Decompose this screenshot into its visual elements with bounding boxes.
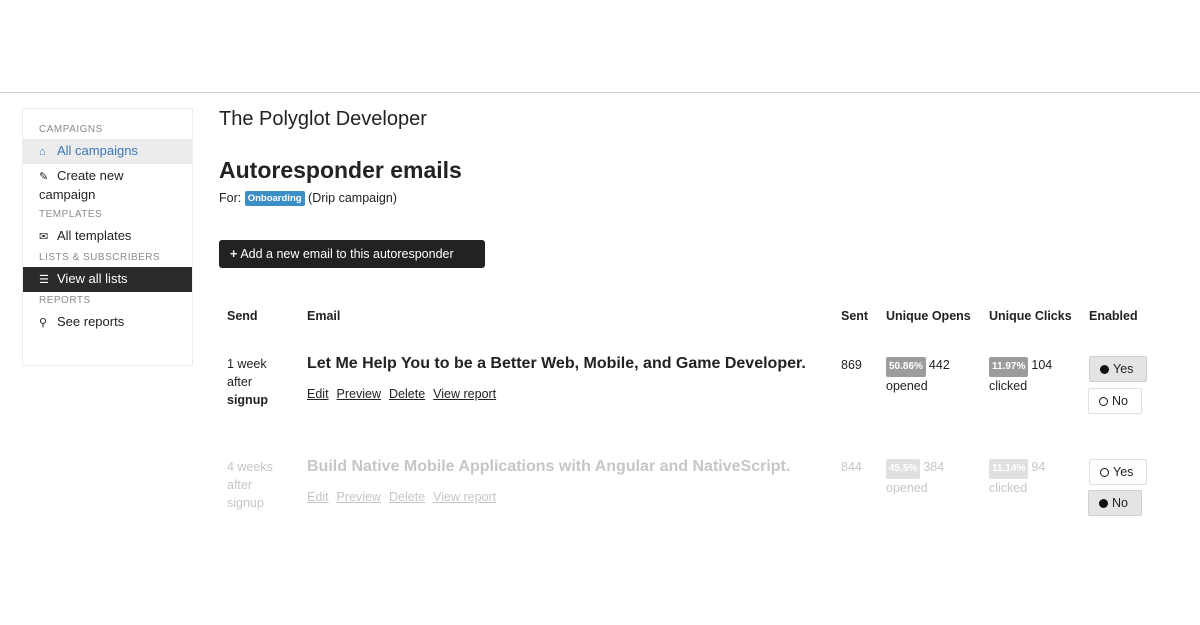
- no-label: No: [1112, 496, 1128, 510]
- yes-label: Yes: [1113, 362, 1134, 376]
- envelope-icon: ✉: [39, 231, 49, 243]
- radio-empty-icon: [1100, 468, 1109, 477]
- radio-filled-icon: [1099, 499, 1108, 508]
- sidebar-item-all-templates[interactable]: ✉ All templates: [23, 224, 192, 249]
- send-timing-line: signup: [227, 393, 268, 407]
- send-timing-line: after: [227, 375, 253, 389]
- sidebar-heading-reports: REPORTS: [39, 295, 91, 306]
- unique-clicks: 11.14% 94 clicked: [989, 458, 1045, 497]
- sidebar-item-create-campaign[interactable]: ✎ Create new campaign: [23, 164, 192, 206]
- opens-percent-badge: 50.86%: [886, 357, 926, 377]
- radio-filled-icon: [1100, 365, 1109, 374]
- sent-count: 844: [841, 460, 862, 474]
- email-actions: Edit Preview Delete View report: [307, 385, 504, 403]
- unique-opens: 45.5% 384 opened: [886, 458, 944, 497]
- campaign-tag[interactable]: Onboarding: [244, 191, 305, 206]
- view-report-link[interactable]: View report: [433, 490, 496, 504]
- home-icon: ⌂: [39, 146, 46, 158]
- page-title: Autoresponder emails: [219, 157, 462, 183]
- sidebar-item-label: Create new: [57, 168, 124, 183]
- send-timing: 4 weeks after signup: [227, 458, 273, 512]
- enable-no-toggle[interactable]: No: [1088, 388, 1142, 414]
- yes-label: Yes: [1113, 465, 1134, 479]
- delete-link[interactable]: Delete: [389, 490, 425, 504]
- sidebar-item-all-campaigns[interactable]: ⌂ All campaigns: [23, 139, 192, 164]
- add-email-button[interactable]: + Add a new email to this autoresponder: [219, 240, 485, 268]
- sidebar-item-label: All campaigns: [57, 143, 138, 158]
- clicks-label: clicked: [989, 379, 1028, 393]
- column-header-unique-opens: Unique Opens: [886, 309, 971, 323]
- enable-no-toggle[interactable]: No: [1088, 490, 1142, 516]
- delete-link[interactable]: Delete: [389, 387, 425, 401]
- opens-label: opened: [886, 481, 928, 495]
- campaign-type: (Drip campaign): [308, 191, 397, 205]
- edit-icon: ✎: [39, 171, 49, 183]
- opens-count: 442: [928, 358, 950, 372]
- sidebar-item-label: View all lists: [57, 271, 128, 286]
- clicks-percent-badge: 11.97%: [989, 357, 1029, 377]
- sidebar-item-label: All templates: [57, 228, 132, 243]
- for-label: For:: [219, 191, 242, 205]
- clicks-count: 94: [1031, 460, 1046, 474]
- campaign-info: For: Onboarding (Drip campaign): [219, 191, 397, 206]
- view-report-link[interactable]: View report: [433, 387, 496, 401]
- send-timing-line: after: [227, 478, 253, 492]
- add-email-label: Add a new email to this autoresponder: [240, 247, 454, 261]
- site-title: The Polyglot Developer: [219, 108, 427, 130]
- column-header-email: Email: [307, 309, 341, 323]
- column-header-sent: Sent: [841, 309, 869, 323]
- sidebar: CAMPAIGNS ⌂ All campaigns ✎ Create new cam…: [22, 108, 193, 366]
- email-subject: Build Native Mobile Applications with An…: [307, 458, 791, 475]
- radio-empty-icon: [1099, 397, 1108, 406]
- column-header-send: Send: [227, 309, 258, 323]
- opens-percent-badge: 45.5%: [886, 459, 921, 479]
- send-timing-line: 4 weeks: [227, 460, 273, 474]
- preview-link[interactable]: Preview: [337, 387, 381, 401]
- sidebar-item-label-cont: campaign: [39, 187, 96, 202]
- send-timing: 1 week after signup: [227, 355, 268, 409]
- search-icon: ⚲: [39, 317, 48, 329]
- plus-icon: +: [230, 247, 238, 261]
- edit-link[interactable]: Edit: [307, 490, 329, 504]
- column-header-enabled: Enabled: [1089, 309, 1138, 323]
- top-divider: [0, 92, 1200, 93]
- preview-link[interactable]: Preview: [337, 490, 381, 504]
- sidebar-heading-campaigns: CAMPAIGNS: [39, 124, 103, 135]
- opens-label: opened: [886, 379, 928, 393]
- sidebar-item-view-all-lists[interactable]: ☰ View all lists: [23, 267, 192, 292]
- sidebar-item-label: See reports: [57, 314, 125, 329]
- sidebar-item-see-reports[interactable]: ⚲ See reports: [23, 310, 192, 335]
- email-subject: Let Me Help You to be a Better Web, Mobi…: [307, 355, 806, 372]
- edit-link[interactable]: Edit: [307, 387, 329, 401]
- sidebar-heading-templates: TEMPLATES: [39, 209, 103, 220]
- unique-opens: 50.86% 442 opened: [886, 356, 950, 395]
- list-icon: ☰: [39, 274, 49, 286]
- enable-yes-toggle[interactable]: Yes: [1089, 459, 1147, 485]
- no-label: No: [1112, 394, 1128, 408]
- opens-count: 384: [923, 460, 945, 474]
- enable-yes-toggle[interactable]: Yes: [1089, 356, 1147, 382]
- sidebar-heading-lists: LISTS & SUBSCRIBERS: [39, 252, 161, 263]
- clicks-percent-badge: 11.14%: [989, 459, 1029, 479]
- column-header-unique-clicks: Unique Clicks: [989, 309, 1072, 323]
- send-timing-line: 1 week: [227, 357, 267, 371]
- clicks-label: clicked: [989, 481, 1028, 495]
- send-timing-line: signup: [227, 496, 264, 510]
- email-actions: Edit Preview Delete View report: [307, 488, 504, 506]
- sent-count: 869: [841, 358, 862, 372]
- clicks-count: 104: [1031, 358, 1053, 372]
- unique-clicks: 11.97% 104 clicked: [989, 356, 1052, 395]
